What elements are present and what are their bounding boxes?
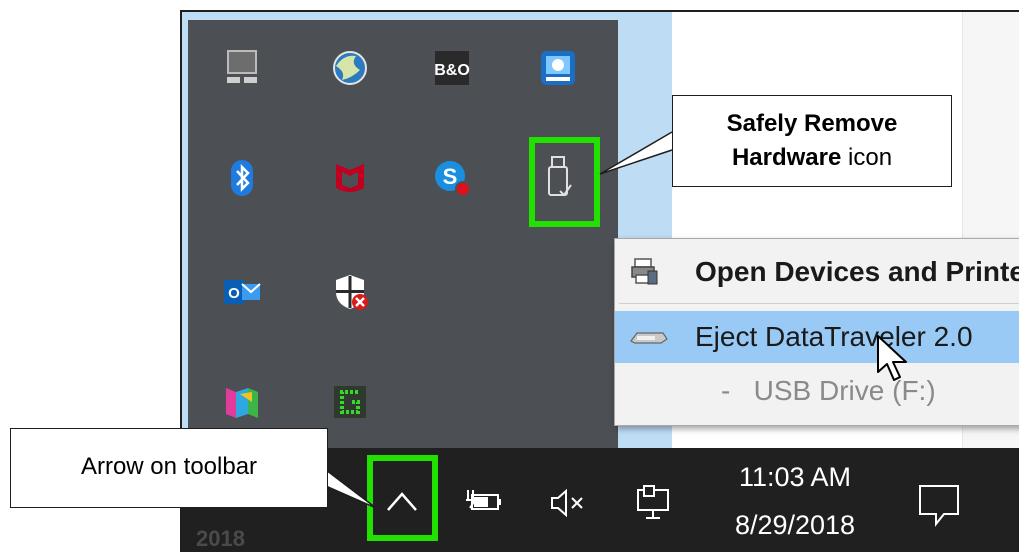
callout-line2-bold: Hardware <box>731 144 842 171</box>
callout-line2: Hardware icon <box>673 144 951 172</box>
arrow-toolbar-pointer <box>325 469 377 509</box>
callout-line1: Safely Remove <box>726 110 898 137</box>
safely-remove-pointer <box>599 131 673 175</box>
callout-line2-rest: icon <box>841 144 893 171</box>
callout-text: Arrow on toolbar <box>80 453 258 480</box>
callout-safely-remove-hardware: Safely Remove Hardware icon <box>672 95 952 187</box>
callout-arrow-on-toolbar: Arrow on toolbar <box>10 428 328 508</box>
